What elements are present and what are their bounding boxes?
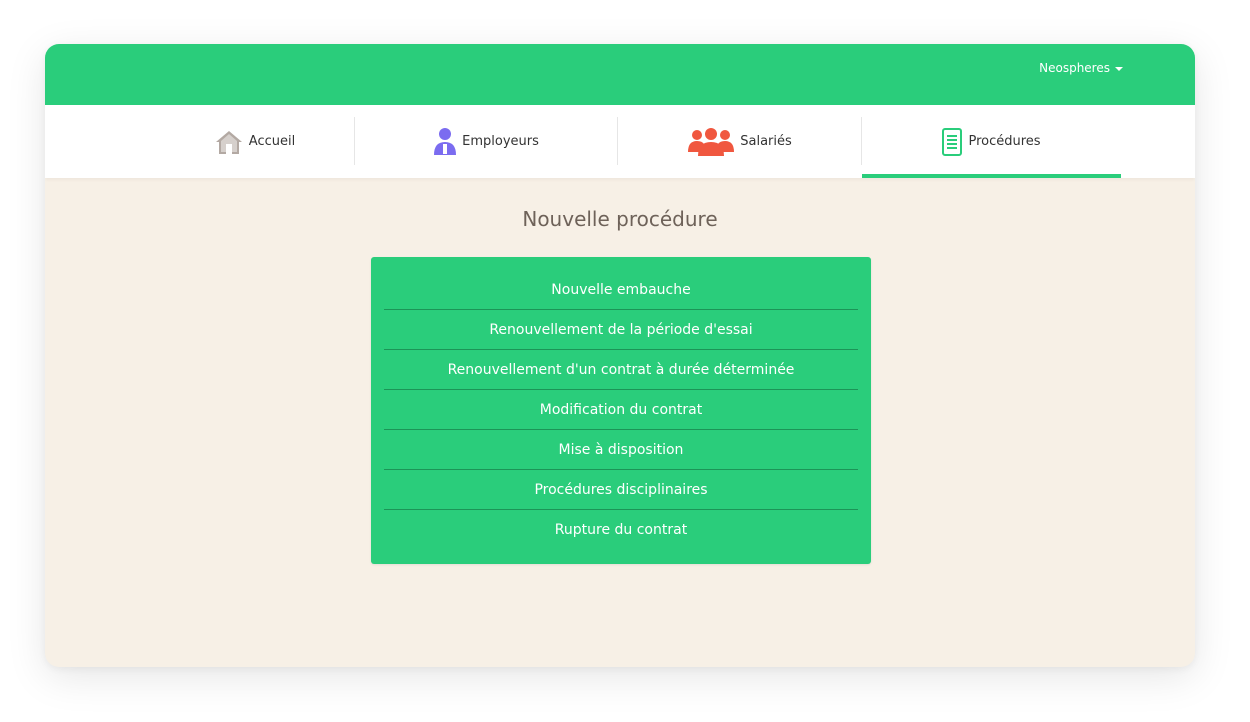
procedure-item-modification-contrat[interactable]: Modification du contrat (384, 390, 858, 430)
top-bar: Neospheres (45, 44, 1195, 105)
procedure-item-rupture-contrat[interactable]: Rupture du contrat (384, 510, 858, 550)
procedure-list-card: Nouvelle embauche Renouvellement de la p… (371, 257, 871, 564)
procedure-item-procedures-disciplinaires[interactable]: Procédures disciplinaires (384, 470, 858, 510)
tab-procedures[interactable]: Procédures (862, 105, 1121, 178)
tab-label: Salariés (740, 134, 792, 149)
procedure-list: Nouvelle embauche Renouvellement de la p… (384, 270, 858, 550)
procedure-item-renouvellement-cdd[interactable]: Renouvellement d'un contrat à durée déte… (384, 350, 858, 390)
document-icon (942, 127, 963, 156)
tab-label: Procédures (968, 134, 1041, 149)
house-icon (215, 129, 243, 155)
procedure-item-nouvelle-embauche[interactable]: Nouvelle embauche (384, 270, 858, 310)
caret-down-icon (1115, 66, 1123, 71)
tab-accueil[interactable]: Accueil (155, 105, 355, 178)
app-window: Neospheres Accueil Employeurs Salariés P… (45, 44, 1195, 667)
procedure-item-renouvellement-periode-essai[interactable]: Renouvellement de la période d'essai (384, 310, 858, 350)
tab-label: Employeurs (462, 134, 539, 149)
user-menu-dropdown[interactable]: Neospheres (1039, 61, 1123, 75)
group-icon (688, 127, 735, 156)
main-nav: Accueil Employeurs Salariés Procédures (45, 105, 1195, 178)
tab-employeurs[interactable]: Employeurs (355, 105, 618, 178)
tab-salaries[interactable]: Salariés (618, 105, 862, 178)
procedure-item-mise-a-disposition[interactable]: Mise à disposition (384, 430, 858, 470)
user-menu-label: Neospheres (1039, 61, 1110, 75)
tab-label: Accueil (248, 134, 296, 149)
page-title: Nouvelle procédure (522, 207, 718, 231)
person-icon (434, 127, 457, 156)
